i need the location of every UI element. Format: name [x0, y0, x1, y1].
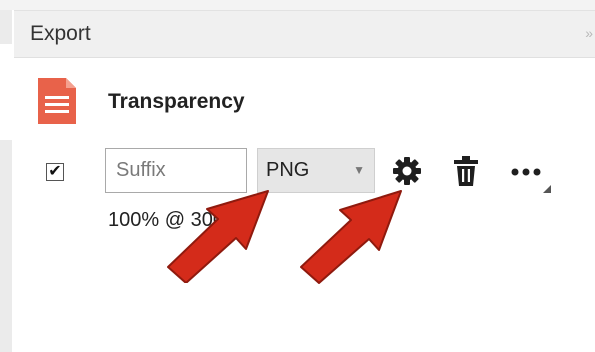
collapse-panel-icon[interactable]: »	[585, 25, 593, 41]
panel-title: Export	[30, 22, 91, 45]
gear-icon[interactable]	[393, 157, 421, 185]
more-options-icon[interactable]	[509, 158, 555, 194]
dropdown-arrow-icon: ▼	[353, 163, 365, 177]
format-value: PNG	[266, 159, 310, 181]
left-panel-edge	[0, 10, 12, 352]
annotation-arrow	[300, 190, 402, 284]
top-strip	[0, 0, 595, 10]
file-icon	[38, 78, 76, 124]
left-panel-gap	[0, 44, 12, 140]
export-enabled-checkbox[interactable]: ✔	[46, 163, 64, 181]
export-panel-header: Export »	[14, 10, 595, 58]
asset-name: Transparency	[108, 90, 245, 113]
annotation-arrow	[167, 190, 269, 283]
trash-icon[interactable]	[453, 156, 479, 186]
